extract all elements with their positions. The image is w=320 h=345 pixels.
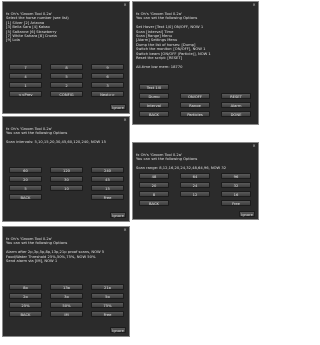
interval-120-button[interactable]: 120 xyxy=(50,167,83,173)
interval-15-button[interactable]: 15 xyxy=(91,185,124,191)
alarm-2p-button[interactable]: 2p xyxy=(9,293,42,299)
range-48-button[interactable]: 48 xyxy=(139,173,169,179)
on-off-button[interactable]: ON/OFF xyxy=(180,93,210,99)
interval-30-button[interactable]: 30 xyxy=(50,176,83,182)
threshold-50-button[interactable]: 50% xyxy=(50,302,83,308)
dialog-scan-interval: × fx Oh's 'Groom Tool 0.2a' You can set … xyxy=(2,116,130,222)
particles-button[interactable]: Particles xyxy=(180,111,210,117)
close-icon[interactable]: × xyxy=(123,3,127,7)
horse-4-button[interactable]: 4 xyxy=(9,73,42,79)
interval-button[interactable]: Interval xyxy=(139,102,169,108)
dialog-message: fx Oh's 'Groom Tool 0.2a' You can set th… xyxy=(6,237,124,263)
ignore-button[interactable]: Ignore xyxy=(110,104,126,110)
dialog-alarm-settings: × fx Oh's 'Groom Tool 0.2a' You can set … xyxy=(2,226,130,337)
dialog-line: Send alarm via [IM], NOW 1 xyxy=(6,259,58,264)
back-button[interactable]: BACK xyxy=(9,194,42,200)
dialog-horse-select: × fx Oh's 'Groom Tool 0.2a' Select the h… xyxy=(2,1,130,114)
alarm-5p-button[interactable]: 5p xyxy=(91,293,124,299)
dialog-line: Scan intervals: 5,10,15,20,30,45,60,120,… xyxy=(6,140,107,145)
horse-9-button[interactable]: 9 xyxy=(91,64,124,70)
alarm-13p-button[interactable]: 13p xyxy=(50,284,83,290)
dialog-message: fx Oh's 'Groom Tool 0.2a' You can set th… xyxy=(136,153,253,171)
done-button[interactable]: DONE xyxy=(221,111,251,117)
text-toggle-button[interactable]: Text 1/0 xyxy=(139,84,169,90)
horse-7-button[interactable]: 7 xyxy=(9,64,42,70)
range-64-button[interactable]: 64 xyxy=(180,173,210,179)
ignore-button[interactable]: Ignore xyxy=(110,212,126,218)
horse-2-button[interactable]: 2 xyxy=(50,82,83,88)
interval-45-button[interactable]: 45 xyxy=(91,176,124,182)
ignore-button[interactable]: Ignore xyxy=(239,211,255,217)
range-16-button[interactable]: 16 xyxy=(221,191,251,197)
prev-page-button[interactable]: <<Prev xyxy=(9,91,42,97)
back-button[interactable]: BACK xyxy=(139,111,169,117)
horse-1-button[interactable]: 1 xyxy=(9,82,42,88)
dialog-message: fx Oh's 'Groom Tool 0.2a' Select the hor… xyxy=(6,12,124,43)
close-icon[interactable]: × xyxy=(252,3,256,7)
range-20-button[interactable]: 20 xyxy=(139,182,169,188)
next-page-button[interactable]: Next>> xyxy=(91,91,124,97)
config-button[interactable]: CONFIG xyxy=(50,91,83,97)
range-24-button[interactable]: 24 xyxy=(180,182,210,188)
dialog-main-options: × fx Oh's 'Groom Tool 0.2a' You can set … xyxy=(132,1,259,125)
interval-240-button[interactable]: 240 xyxy=(91,167,124,173)
free-button[interactable]: Free xyxy=(91,194,124,200)
dialog-line: Scan range: 8,12,16,20,24,32,48,64,96, N… xyxy=(136,166,227,171)
range-button[interactable]: Range xyxy=(180,102,210,108)
threshold-25-button[interactable]: 25% xyxy=(9,302,42,308)
horse-8-button[interactable]: 8 xyxy=(50,64,83,70)
dialog-scan-range: × fx Oh's 'Groom Tool 0.2a' You can set … xyxy=(132,142,259,220)
range-96-button[interactable]: 96 xyxy=(221,173,251,179)
alarm-button[interactable]: Alarm xyxy=(221,102,251,108)
horse-5-button[interactable]: 5 xyxy=(50,73,83,79)
ignore-button[interactable]: Ignore xyxy=(110,327,126,333)
im-button[interactable]: IM xyxy=(50,311,83,317)
free-button[interactable]: Free xyxy=(91,311,124,317)
horse-3-button[interactable]: 3 xyxy=(91,82,124,88)
back-button[interactable]: BACK xyxy=(9,311,42,317)
interval-20-button[interactable]: 20 xyxy=(9,176,42,182)
alarm-8p-button[interactable]: 8p xyxy=(9,284,42,290)
dump-button[interactable]: Dump xyxy=(139,93,169,99)
alarm-21p-button[interactable]: 21p xyxy=(91,284,124,290)
reset-button[interactable]: RESET xyxy=(221,93,251,99)
interval-60-button[interactable]: 60 xyxy=(9,167,42,173)
interval-10-button[interactable]: 10 xyxy=(50,185,83,191)
free-button[interactable]: Free xyxy=(221,200,251,206)
close-icon[interactable]: × xyxy=(123,118,127,122)
dialog-message: fx Oh's 'Groom Tool 0.2a' You can set th… xyxy=(136,12,253,69)
memory-readout: All-time low mem: 18770 xyxy=(136,64,183,69)
alarm-3p-button[interactable]: 3p xyxy=(50,293,83,299)
range-32-button[interactable]: 32 xyxy=(221,182,251,188)
horse-6-button[interactable]: 6 xyxy=(91,73,124,79)
range-12-button[interactable]: 12 xyxy=(180,191,210,197)
threshold-75-button[interactable]: 75% xyxy=(91,302,124,308)
close-icon[interactable]: × xyxy=(252,144,256,148)
dialog-line: [9] Lola xyxy=(6,38,20,43)
close-icon[interactable]: × xyxy=(123,228,127,232)
back-button[interactable]: BACK xyxy=(139,200,169,206)
range-8-button[interactable]: 8 xyxy=(139,191,169,197)
interval-5-button[interactable]: 5 xyxy=(9,185,42,191)
dialog-message: fx Oh's 'Groom Tool 0.2a' You can set th… xyxy=(6,127,124,145)
